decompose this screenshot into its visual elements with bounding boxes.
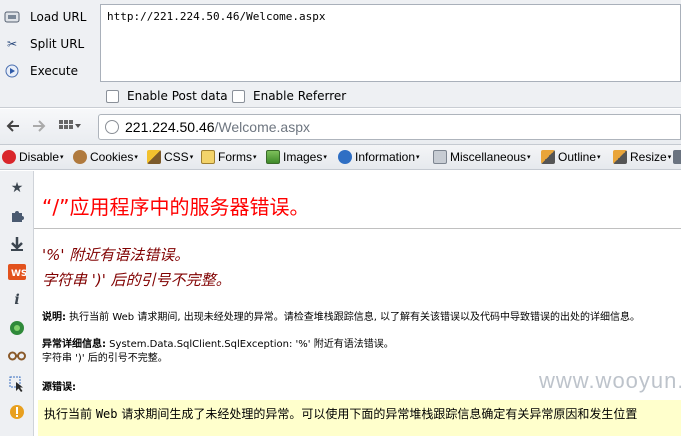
cookies-menu[interactable]: Cookies ▾: [73, 150, 138, 164]
split-url-button[interactable]: ✂ Split URL: [0, 31, 98, 57]
images-label: Images: [283, 150, 323, 164]
cursor-select-icon[interactable]: [8, 375, 26, 393]
exception-details: 异常详细信息: System.Data.SqlClient.SqlExcepti…: [42, 335, 394, 350]
title-divider: [34, 228, 681, 229]
execute-button[interactable]: Execute: [0, 58, 98, 84]
green-shield-icon[interactable]: [8, 319, 26, 337]
web-developer-toolbar: Disable ▾ Cookies ▾ CSS ▾ Forms ▾ Images ▾ In…: [0, 145, 681, 170]
source-text-post: 请求期间生成了未经处理的异常。可以使用下面的异常堆栈跟踪信息确定有关异常原因和发…: [117, 407, 638, 421]
clipboard-icon: [201, 150, 215, 164]
address-host: 221.224.50.46: [125, 119, 215, 135]
images-menu[interactable]: Images ▾: [266, 150, 327, 164]
wrench-icon: [673, 150, 681, 164]
globe-icon: [105, 120, 119, 134]
play-icon: [4, 63, 20, 79]
resize-menu[interactable]: Resize ▾: [613, 150, 671, 164]
source-text-pre: 执行当前: [44, 407, 96, 421]
image-icon: [266, 150, 280, 164]
left-sidebar: ★ WS i: [0, 171, 34, 436]
page-title: “/”应用程序中的服务器错误。: [42, 195, 310, 219]
enable-post-label: Enable Post data: [127, 89, 228, 103]
checkbox-box[interactable]: [106, 89, 119, 103]
page-content: “/”应用程序中的服务器错误。 '%' 附近有语法错误。 字符串 ')' 后的引…: [34, 171, 681, 436]
pencil-icon: [541, 150, 555, 164]
source-error-label: 源错误:: [42, 382, 76, 393]
navigation-bar: 221.224.50.46/Welcome.aspx: [0, 109, 681, 145]
load-url-icon: [4, 9, 20, 25]
disable-menu[interactable]: Disable ▾: [2, 150, 64, 164]
enable-referrer-label: Enable Referrer: [253, 89, 347, 103]
hackbar-panel: Load URL ✂ Split URL Execute http://221.…: [0, 0, 681, 108]
tools-menu[interactable]: [673, 150, 681, 164]
enable-referrer-checkbox[interactable]: Enable Referrer: [232, 89, 346, 103]
address-bar[interactable]: 221.224.50.46/Welcome.aspx: [98, 114, 681, 140]
error-message-line2: 字符串 ')' 后的引号不完整。: [42, 271, 231, 289]
info-icon: [338, 150, 352, 164]
resize-label: Resize: [630, 150, 667, 164]
source-error-box: 执行当前 Web 请求期间生成了未经处理的异常。可以使用下面的异常堆栈跟踪信息确…: [38, 400, 681, 436]
svg-text:WS: WS: [11, 269, 26, 279]
wooyun-watermark: www.wooyun.org: [539, 368, 681, 393]
resize-pencil-icon: [613, 150, 627, 164]
css-label: CSS: [164, 150, 189, 164]
error-message-line1: '%' 附近有语法错误。: [42, 246, 190, 264]
web-scarab-icon[interactable]: WS: [8, 263, 26, 281]
puzzle-icon[interactable]: [8, 207, 26, 225]
forms-label: Forms: [218, 150, 252, 164]
description-text: 说明: 执行当前 Web 请求期间, 出现未经处理的异常。请检查堆栈跟踪信息, …: [42, 308, 640, 323]
miscellaneous-menu[interactable]: Miscellaneous ▾: [433, 150, 531, 164]
forward-arrow-icon[interactable]: [31, 118, 47, 138]
load-url-label: Load URL: [30, 10, 87, 24]
forms-menu[interactable]: Forms ▾: [201, 150, 257, 164]
enable-post-checkbox[interactable]: Enable Post data: [106, 89, 228, 103]
css-menu[interactable]: CSS ▾: [147, 150, 193, 164]
star-icon[interactable]: ★: [8, 179, 26, 197]
hackbar-url-textarea[interactable]: http://221.224.50.46/Welcome.aspx: [100, 4, 681, 82]
address-path: /Welcome.aspx: [214, 119, 310, 135]
load-url-button[interactable]: Load URL: [0, 4, 98, 30]
disable-icon: [2, 150, 16, 164]
wand-icon: [147, 150, 161, 164]
cookies-label: Cookies: [90, 150, 134, 164]
information-label: Information: [355, 150, 416, 164]
miscellaneous-label: Miscellaneous: [450, 150, 527, 164]
info-italic-icon[interactable]: i: [8, 291, 26, 309]
glasses-icon[interactable]: [8, 347, 26, 365]
cookie-icon: [73, 150, 87, 164]
checkbox-box[interactable]: [232, 89, 245, 103]
outline-menu[interactable]: Outline ▾: [541, 150, 601, 164]
scissors-icon: ✂: [6, 37, 18, 51]
back-arrow-icon[interactable]: [5, 118, 21, 138]
toolbox-icon: [433, 150, 447, 164]
exception-details-line2: 字符串 ')' 后的引号不完整。: [42, 353, 168, 364]
source-text-web: Web: [95, 407, 118, 421]
split-url-label: Split URL: [30, 37, 85, 51]
grid-menu-icon[interactable]: [59, 118, 81, 138]
outline-label: Outline: [558, 150, 597, 164]
disable-label: Disable: [19, 150, 60, 164]
description-label: 说明:: [42, 312, 66, 323]
information-menu[interactable]: Information ▾: [338, 150, 420, 164]
download-arrow-icon[interactable]: [8, 235, 26, 253]
description-body: 执行当前 Web 请求期间, 出现未经处理的异常。请检查堆栈跟踪信息, 以了解有…: [66, 312, 641, 323]
alert-circle-icon[interactable]: [8, 403, 26, 421]
execute-label: Execute: [30, 64, 78, 78]
